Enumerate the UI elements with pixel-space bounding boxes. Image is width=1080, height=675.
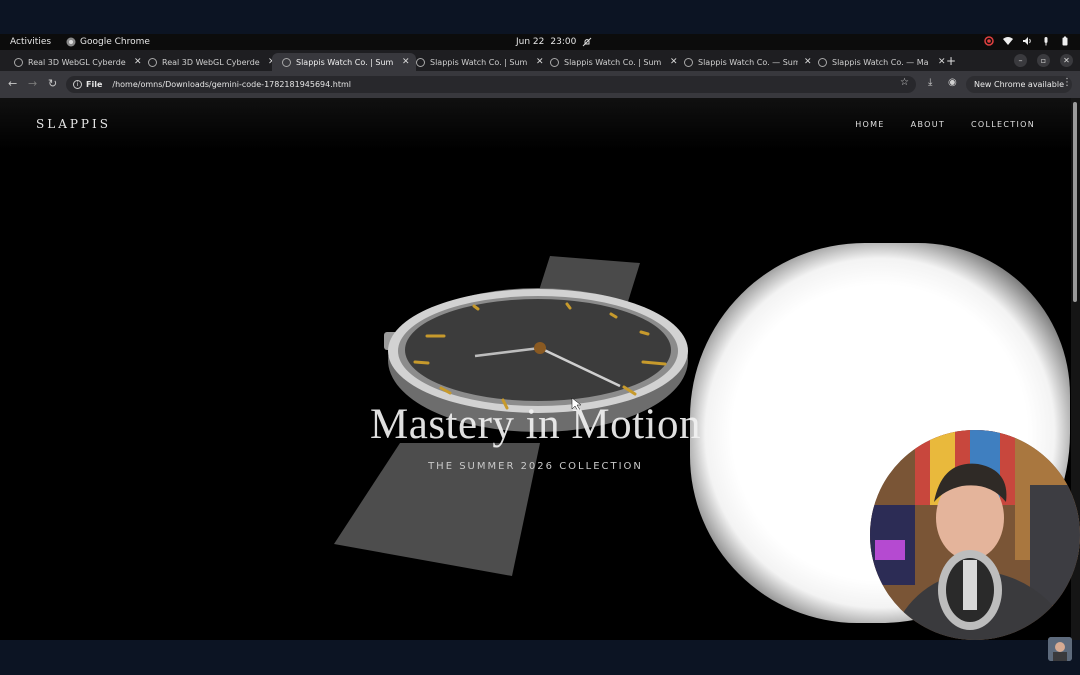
close-window-icon[interactable]: ✕	[1060, 54, 1073, 67]
browser-tab[interactable]: Slappis Watch Co. | Sum ✕	[272, 53, 416, 71]
minimize-icon[interactable]: –	[1014, 54, 1027, 67]
update-chrome-button[interactable]: New Chrome available	[966, 76, 1073, 93]
tab-strip: Real 3D WebGL Cyberde ✕ Real 3D WebGL Cybe…	[0, 50, 1080, 71]
globe-icon	[282, 57, 291, 67]
battery-icon	[1062, 36, 1068, 46]
address-bar[interactable]: i File /home/omns/Downloads/gemini-code-…	[66, 76, 916, 93]
tab-close-icon[interactable]: ✕	[938, 57, 946, 67]
back-icon[interactable]: ←	[8, 77, 17, 90]
chrome-icon	[66, 37, 76, 47]
browser-tab[interactable]: Real 3D WebGL Cyberde✕	[138, 53, 282, 71]
globe-icon	[14, 57, 23, 67]
globe-icon	[148, 57, 157, 67]
screen: Activities Google Chrome Jun 22 23:00 Re…	[0, 0, 1080, 675]
new-tab-icon[interactable]: +	[946, 54, 956, 68]
clock-time: 23:00	[550, 37, 577, 47]
globe-icon	[818, 57, 827, 67]
site-logo[interactable]: SLAPPIS	[36, 117, 111, 131]
site-info-icon[interactable]: i	[73, 80, 82, 89]
browser-tab[interactable]: Real 3D WebGL Cyberde✕	[4, 53, 148, 71]
hero-title: Mastery in Motion	[370, 401, 701, 448]
app-menu[interactable]: Google Chrome	[66, 37, 150, 47]
browser-toolbar: ← → ↻ i File /home/omns/Downloads/gemini…	[0, 71, 1080, 98]
nav-about-link[interactable]: ABOUT	[911, 120, 945, 129]
clock-date: Jun 22	[516, 37, 545, 47]
watch-center-cap	[534, 342, 546, 354]
browser-tab[interactable]: Slappis Watch Co. | Sum ✕	[540, 53, 684, 71]
webcam-overlay	[870, 430, 1080, 640]
tab-title: Real 3D WebGL Cyberde	[28, 57, 126, 67]
profile-icon[interactable]: ◉	[948, 77, 957, 88]
system-top-bar: Activities Google Chrome Jun 22 23:00	[0, 34, 1080, 50]
webcam-thumbnail[interactable]	[1048, 637, 1072, 661]
nav-collection-link[interactable]: COLLECTION	[971, 120, 1035, 129]
desktop-bottom	[0, 640, 1080, 675]
site-header: SLAPPIS HOME ABOUT COLLECTION	[0, 98, 1071, 150]
tab-title: Slappis Watch Co. — Sum	[698, 57, 798, 67]
browser-tab[interactable]: Slappis Watch Co. — Sum ✕	[674, 53, 818, 71]
tab-title: Slappis Watch Co. — Ma	[832, 57, 929, 67]
globe-icon	[684, 57, 693, 67]
webcam-person-image	[870, 430, 1080, 640]
clock[interactable]: Jun 22 23:00	[516, 37, 592, 47]
app-name: Google Chrome	[80, 37, 150, 47]
nav-home-link[interactable]: HOME	[855, 120, 884, 129]
do-not-disturb-icon	[582, 37, 592, 47]
microphone-icon	[1044, 37, 1048, 46]
globe-icon	[550, 57, 559, 67]
volume-icon	[1023, 37, 1031, 45]
tab-title: Slappis Watch Co. | Sum	[296, 57, 394, 67]
forward-icon[interactable]: →	[28, 77, 37, 90]
url-text[interactable]: /home/omns/Downloads/gemini-code-1782181…	[112, 80, 351, 89]
reload-icon[interactable]: ↻	[48, 77, 57, 90]
tab-title: Real 3D WebGL Cyberde	[162, 57, 260, 67]
more-menu-icon[interactable]: ⋮	[1062, 77, 1072, 88]
wifi-icon	[1003, 37, 1013, 45]
bookmark-star-icon[interactable]: ☆	[900, 77, 909, 88]
site-nav: HOME ABOUT COLLECTION	[855, 120, 1035, 129]
browser-tab[interactable]: Slappis Watch Co. | Sum ✕	[406, 53, 550, 71]
download-icon[interactable]: ⤓	[928, 77, 932, 88]
tab-title: Slappis Watch Co. | Sum	[564, 57, 662, 67]
system-tray[interactable]	[984, 36, 1070, 46]
scrollbar-thumb[interactable]	[1073, 102, 1077, 302]
maximize-icon[interactable]: ▫	[1037, 54, 1050, 67]
globe-icon	[416, 57, 425, 67]
tab-title: Slappis Watch Co. | Sum	[430, 57, 528, 67]
url-scheme: File	[86, 80, 103, 89]
browser-tab[interactable]: Slappis Watch Co. — Ma ✕	[808, 53, 952, 71]
activities-button[interactable]: Activities	[10, 37, 51, 47]
record-indicator-icon	[984, 36, 994, 46]
